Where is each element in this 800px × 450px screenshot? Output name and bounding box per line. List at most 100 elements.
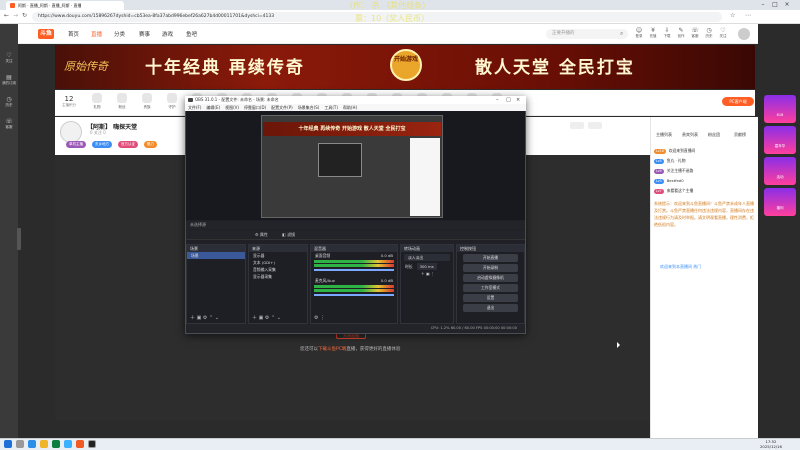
volume-slider[interactable]	[314, 269, 394, 271]
transition-select[interactable]: 淡入淡出	[404, 254, 450, 261]
site-logo[interactable]: 斗鱼	[38, 29, 55, 39]
close-icon[interactable]: ×	[782, 1, 792, 9]
streamer-tag[interactable]: 官方认证	[118, 141, 138, 148]
streamer-avatar[interactable]	[60, 121, 82, 143]
settings-button[interactable]: 设置	[463, 294, 518, 302]
side-ad-1[interactable]: 618	[764, 95, 796, 123]
edge-icon[interactable]	[28, 440, 36, 448]
gift-icon	[167, 93, 177, 103]
obs-taskbar-icon[interactable]	[88, 440, 96, 448]
maximize-icon[interactable]: □	[770, 1, 780, 9]
top-service[interactable]: ☏ 客服	[688, 27, 702, 39]
forward-icon[interactable]: →	[13, 12, 18, 19]
studio-mode-button[interactable]: 工作室模式	[463, 284, 518, 292]
nav-events[interactable]: 赛事	[139, 30, 150, 38]
gift-item[interactable]: 守护	[161, 93, 183, 110]
report-button[interactable]	[570, 122, 584, 129]
chat-tab-vip[interactable]: 贵宾列表	[682, 132, 698, 138]
virtual-camera-button[interactable]: 启动虚拟摄像机	[463, 274, 518, 282]
back-icon[interactable]: ←	[4, 12, 9, 19]
obs-menu-item[interactable]: 工具(T)	[324, 104, 338, 111]
source-item[interactable]: 音频输入采集	[249, 266, 307, 273]
obs-menu-item[interactable]: 帮助(H)	[343, 104, 357, 111]
gift-label: 贵族	[143, 105, 151, 109]
start-recording-button[interactable]: 开始录制	[463, 264, 518, 272]
obs-maximize-icon[interactable]: □	[506, 96, 511, 104]
avatar[interactable]	[738, 28, 750, 40]
gift-item[interactable]: 贵族	[136, 93, 158, 110]
nav-home[interactable]: 首页	[68, 30, 79, 38]
extensions-icon[interactable]: ⋯	[745, 12, 751, 19]
obs-menu-item[interactable]: 配置文件(P)	[271, 104, 293, 111]
side-ad-2[interactable]: 嘉年华	[764, 126, 796, 154]
side-ad-4[interactable]: 福利	[764, 188, 796, 216]
store-icon[interactable]	[52, 440, 60, 448]
top-history[interactable]: ◷ 历史	[702, 27, 716, 39]
banner-slogan-right: 散人天堂 全民打宝	[475, 58, 635, 78]
streamer-tag[interactable]: 单机主播	[66, 141, 86, 148]
streamer-tag[interactable]: 东乡地方	[92, 141, 112, 148]
chat-tab-rank[interactable]: 贡献榜	[734, 132, 746, 138]
top-create[interactable]: ✎ 创作	[674, 27, 688, 39]
top-login[interactable]: ☺ 登录	[632, 27, 646, 39]
source-item[interactable]: 显示器采集	[249, 273, 307, 280]
sources-toolbar[interactable]: ＋ ▣ ⚙ ⌃ ⌄	[252, 314, 281, 321]
obs-preview-chat	[410, 138, 440, 216]
share-button[interactable]	[588, 122, 602, 129]
volume-slider[interactable]	[314, 294, 394, 296]
search-icon[interactable]: ⌕	[620, 30, 623, 38]
obs-scenes-dock: 场景 场景 ＋ ▣ ⚙ ⌃ ⌄	[186, 244, 246, 324]
obs-minimize-icon[interactable]: –	[496, 96, 499, 104]
sidebar-item-service[interactable]: ☏ 客服	[2, 118, 16, 136]
sources-title: 来源	[249, 245, 307, 252]
nav-games[interactable]: 游戏	[162, 30, 173, 38]
source-item[interactable]: 显示器	[249, 252, 307, 259]
gift-item[interactable]: 礼物	[86, 93, 108, 110]
browser-tab[interactable]: 阿斯 · 直播_阿斯 · 直播_阿斯 · 直播	[6, 1, 124, 10]
minimize-icon[interactable]: –	[758, 1, 768, 9]
favicon-icon	[10, 3, 15, 8]
top-follow[interactable]: ♡ 关注	[716, 27, 730, 39]
side-ad-3[interactable]: 活动	[764, 157, 796, 185]
transition-toolbar[interactable]: ＋ ▣ ⋮	[401, 270, 453, 277]
obs-filters-button[interactable]: ◧ 滤镜	[282, 232, 295, 238]
download-pc-link[interactable]: 下载斗鱼PC端	[318, 347, 346, 352]
chat-text: 欢迎来到直播间	[668, 148, 696, 153]
gift-item[interactable]: 粉丝	[111, 93, 133, 110]
chat-tab-fans[interactable]: 粉丝团	[708, 132, 720, 138]
mixer-toolbar[interactable]: ⚙ ⋮	[314, 315, 325, 321]
bookmark-icon[interactable]: ☆	[730, 12, 735, 19]
obs-menu-item[interactable]: 视图(V)	[225, 104, 239, 111]
sidebar-item-history[interactable]: ◷ 历史	[2, 96, 16, 114]
start-icon[interactable]	[4, 440, 12, 448]
obs-menu-item[interactable]: 文件(F)	[188, 104, 201, 111]
source-item[interactable]: 文本 (GDI+)	[249, 259, 307, 266]
nav-fishbar[interactable]: 鱼吧	[186, 30, 197, 38]
exit-button[interactable]: 退出	[463, 304, 518, 312]
obs-menu-item[interactable]: 停靠窗口(D)	[244, 104, 266, 111]
obs-menu-item[interactable]: 编辑(E)	[206, 104, 220, 111]
nav-live[interactable]: 直播	[91, 30, 102, 38]
scene-item[interactable]: 场景	[187, 252, 245, 259]
streamer-tag[interactable]: 魅力	[144, 141, 157, 148]
sidebar-item-subscribe[interactable]: ▤ 我的订阅	[2, 74, 16, 92]
explorer-icon[interactable]	[40, 440, 48, 448]
sidebar-collapse-handle[interactable]	[17, 228, 21, 250]
duration-input[interactable]: 300 ms	[416, 263, 437, 270]
douyu-icon[interactable]	[76, 440, 84, 448]
top-recharge[interactable]: ¥ 充值	[646, 27, 660, 39]
nav-category[interactable]: 分类	[114, 30, 125, 38]
obs-properties-button[interactable]: ⚙ 属性	[255, 232, 268, 238]
banner-start-badge[interactable]: 开始游戏	[390, 49, 422, 81]
chat-tab-anchors[interactable]: 主播列表	[656, 132, 672, 138]
reload-icon[interactable]: ↻	[22, 12, 27, 19]
search-taskbar-icon[interactable]	[16, 440, 24, 448]
obs-menu-item[interactable]: 场景集合(S)	[298, 104, 320, 111]
browser-icon[interactable]	[64, 440, 72, 448]
pc-client-button[interactable]: PC客户端	[722, 97, 754, 106]
scenes-toolbar[interactable]: ＋ ▣ ⚙ ⌃ ⌄	[190, 314, 219, 321]
obs-close-icon[interactable]: ×	[516, 96, 520, 104]
top-download[interactable]: ⇩ 下载	[660, 27, 674, 39]
sidebar-item-follow[interactable]: ♡ 关注	[2, 52, 16, 70]
start-streaming-button[interactable]: 开始直播	[463, 254, 518, 262]
